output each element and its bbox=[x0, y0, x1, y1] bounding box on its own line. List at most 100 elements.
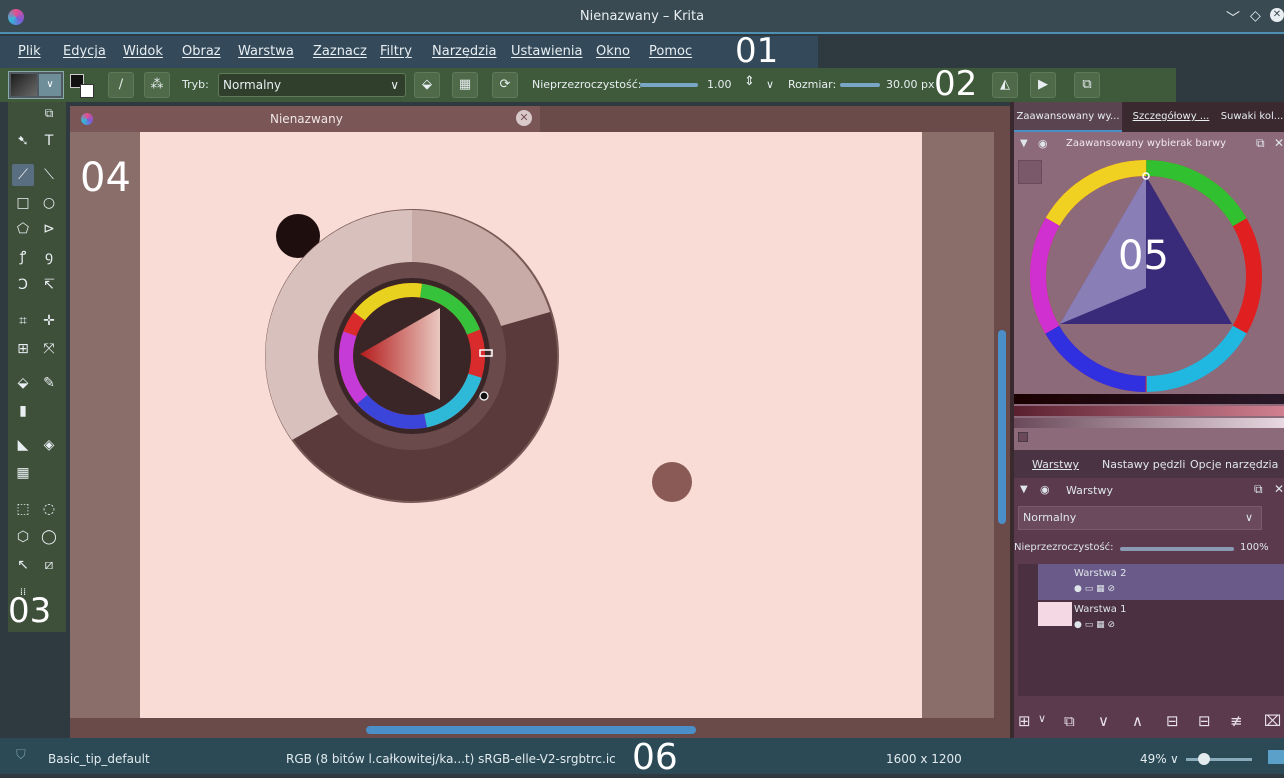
horizontal-scroll-thumb[interactable] bbox=[366, 726, 696, 734]
menu-widok[interactable]: Widok bbox=[123, 44, 163, 59]
menu-zaznacz[interactable]: Zaznacz bbox=[313, 44, 367, 59]
tab-tool-options[interactable]: Opcje narzędzia bbox=[1190, 458, 1278, 471]
ellipse-tool-icon[interactable]: ○ bbox=[38, 192, 60, 214]
mirror-vertical-icon[interactable]: ▶ bbox=[1030, 72, 1056, 98]
freehand-selection-icon[interactable]: ◯ bbox=[38, 526, 60, 548]
workspace-icon[interactable]: ⧉ bbox=[1074, 72, 1100, 98]
eraser-mode-icon[interactable]: ⬙ bbox=[414, 72, 440, 98]
menu-plik[interactable]: Plik bbox=[18, 44, 41, 59]
dynamic-brush-icon[interactable]: ꝭ bbox=[12, 246, 34, 268]
reference-tool-icon[interactable]: ◈ bbox=[38, 434, 60, 456]
layer-visibility-icon[interactable]: ● ▭ ▦ ⊘ bbox=[1074, 584, 1115, 594]
collapse-icon[interactable]: ▼ bbox=[1020, 484, 1028, 495]
menu-filtry[interactable]: Filtry bbox=[380, 44, 412, 59]
select-shapes-icon[interactable]: ➷ bbox=[12, 130, 34, 152]
layer-blend-mode-select[interactable]: Normalny ∨ bbox=[1018, 506, 1262, 530]
zoom-slider[interactable] bbox=[1186, 753, 1252, 765]
drawing-canvas[interactable] bbox=[140, 132, 922, 718]
chevron-down-icon[interactable]: ∨ bbox=[1170, 752, 1179, 766]
tab-specific-color[interactable]: Szczegółowy ... bbox=[1126, 102, 1216, 132]
layer-opacity-slider[interactable] bbox=[1120, 547, 1234, 551]
blend-mode-select[interactable]: Normalny ∨ bbox=[218, 73, 406, 97]
freehand-brush-icon[interactable]: ⟋ bbox=[12, 164, 34, 186]
ellipse-selection-icon[interactable]: ◌ bbox=[38, 498, 60, 520]
color-picker-icon[interactable]: ✎ bbox=[38, 372, 60, 394]
float-panel-icon[interactable]: ⧉ bbox=[38, 102, 60, 124]
menu-okno[interactable]: Okno bbox=[596, 44, 630, 59]
layer-properties-icon[interactable]: ≢ bbox=[1230, 712, 1243, 730]
raise-layer-icon[interactable]: ⊟ bbox=[1198, 712, 1211, 730]
assistant-tool-icon[interactable]: ◣ bbox=[12, 434, 34, 456]
menu-edycja[interactable]: Edycja bbox=[63, 44, 106, 59]
move-layer-down-icon[interactable]: ∨ bbox=[1098, 712, 1109, 730]
mirror-horizontal-icon[interactable]: ◭ bbox=[992, 72, 1018, 98]
duplicate-layer-icon[interactable]: ⧉ bbox=[1064, 712, 1075, 730]
minimize-icon[interactable]: ﹀ bbox=[1226, 8, 1240, 28]
tab-brush-presets[interactable]: Nastawy pędzli bbox=[1102, 458, 1185, 471]
tab-layers[interactable]: Warstwy bbox=[1032, 458, 1079, 471]
preserve-alpha-icon[interactable]: ▦ bbox=[452, 72, 478, 98]
transform-tool-icon[interactable]: ⊞ bbox=[12, 338, 34, 360]
freehand-path-icon[interactable]: ↸ bbox=[38, 274, 60, 296]
color-history-bar[interactable] bbox=[1014, 394, 1284, 404]
grid-tool-icon[interactable]: ▦ bbox=[12, 462, 34, 484]
brush-editor-icon[interactable]: ∕ bbox=[108, 72, 134, 98]
document-tab[interactable]: Nienazwany ✕ bbox=[70, 106, 540, 132]
spin-arrows-icon[interactable]: ⇕ bbox=[744, 74, 755, 89]
close-panel-icon[interactable]: ✕ bbox=[1274, 482, 1284, 496]
horizontal-scrollbar[interactable] bbox=[70, 720, 994, 738]
float-panel-icon[interactable]: ⧉ bbox=[1254, 482, 1263, 497]
multibrush-icon[interactable]: ꝯ bbox=[38, 246, 60, 268]
menu-ustawienia[interactable]: Ustawienia bbox=[511, 44, 582, 59]
size-slider[interactable] bbox=[840, 83, 880, 87]
text-tool-icon[interactable]: T bbox=[38, 130, 60, 152]
line-tool-icon[interactable]: ⟍ bbox=[38, 164, 60, 186]
polygon-selection-icon[interactable]: ⬡ bbox=[12, 526, 34, 548]
menu-obraz[interactable]: Obraz bbox=[182, 44, 221, 59]
tab-advanced-color[interactable]: Zaawansowany wy... bbox=[1014, 102, 1122, 132]
chevron-down-icon[interactable]: ∨ bbox=[1038, 712, 1046, 725]
opacity-slider[interactable] bbox=[640, 83, 698, 87]
zoom-level[interactable]: 49% bbox=[1140, 752, 1167, 766]
rectangle-tool-icon[interactable]: □ bbox=[12, 192, 34, 214]
fg-bg-color-swatch[interactable] bbox=[70, 74, 94, 98]
reload-preset-icon[interactable]: ⟳ bbox=[492, 72, 518, 98]
menu-pomoc[interactable]: Pomoc bbox=[649, 44, 692, 59]
vertical-scrollbar[interactable] bbox=[994, 132, 1010, 718]
layer-row[interactable]: Warstwa 1 ● ▭ ▦ ⊘ bbox=[1038, 600, 1284, 636]
crop-tool-icon[interactable]: ⌗ bbox=[12, 310, 34, 332]
color-shades-bar-2[interactable] bbox=[1014, 418, 1284, 428]
move-layer-up-icon[interactable]: ∧ bbox=[1132, 712, 1143, 730]
add-layer-icon[interactable]: ⊞ bbox=[1018, 712, 1031, 730]
tab-color-sliders[interactable]: Suwaki kol... bbox=[1220, 102, 1284, 132]
similar-selection-icon[interactable]: ⧄ bbox=[38, 554, 60, 576]
close-window-icon[interactable]: ✕ bbox=[1270, 8, 1284, 22]
menu-warstwa[interactable]: Warstwa bbox=[238, 44, 294, 59]
rect-selection-icon[interactable]: ⬚ bbox=[12, 498, 34, 520]
bezier-tool-icon[interactable]: Ɔ bbox=[12, 274, 34, 296]
float-panel-icon[interactable]: ⧉ bbox=[1256, 136, 1265, 151]
layer-visibility-icon[interactable]: ● ▭ ▦ ⊘ bbox=[1074, 620, 1115, 630]
popup-palette[interactable] bbox=[140, 132, 922, 718]
maximize-icon[interactable]: ◇ bbox=[1250, 8, 1261, 24]
fill-tool-icon[interactable]: ⬙ bbox=[12, 372, 34, 394]
lock-icon[interactable]: ◉ bbox=[1038, 137, 1048, 150]
brush-name[interactable]: Basic_tip_default bbox=[48, 752, 150, 766]
collapse-icon[interactable]: ▼ bbox=[1020, 138, 1028, 149]
close-panel-icon[interactable]: ✕ bbox=[1274, 136, 1284, 150]
layer-row-selected[interactable]: Warstwa 2 ● ▭ ▦ ⊘ bbox=[1038, 564, 1284, 600]
canvas-only-icon[interactable] bbox=[1268, 750, 1284, 764]
menu-narzedzia[interactable]: Narzędzia bbox=[432, 44, 497, 59]
delete-layer-icon[interactable]: ⌧ bbox=[1264, 712, 1281, 730]
vertical-scroll-thumb[interactable] bbox=[998, 330, 1006, 524]
move-tool-icon[interactable]: ✛ bbox=[38, 310, 60, 332]
lock-icon[interactable]: ◉ bbox=[1040, 483, 1050, 496]
patch-swatch[interactable] bbox=[1018, 432, 1028, 442]
lower-layer-icon[interactable]: ⊟ bbox=[1166, 712, 1179, 730]
measure-tool-icon[interactable]: ⤧ bbox=[38, 338, 60, 360]
gradient-selector[interactable]: ∨ bbox=[8, 71, 64, 99]
color-shades-bar[interactable] bbox=[1014, 406, 1284, 416]
brush-presets-icon[interactable]: ⁂ bbox=[144, 72, 170, 98]
polygon-tool-icon[interactable]: ⬠ bbox=[12, 218, 34, 240]
close-document-icon[interactable]: ✕ bbox=[516, 110, 532, 126]
